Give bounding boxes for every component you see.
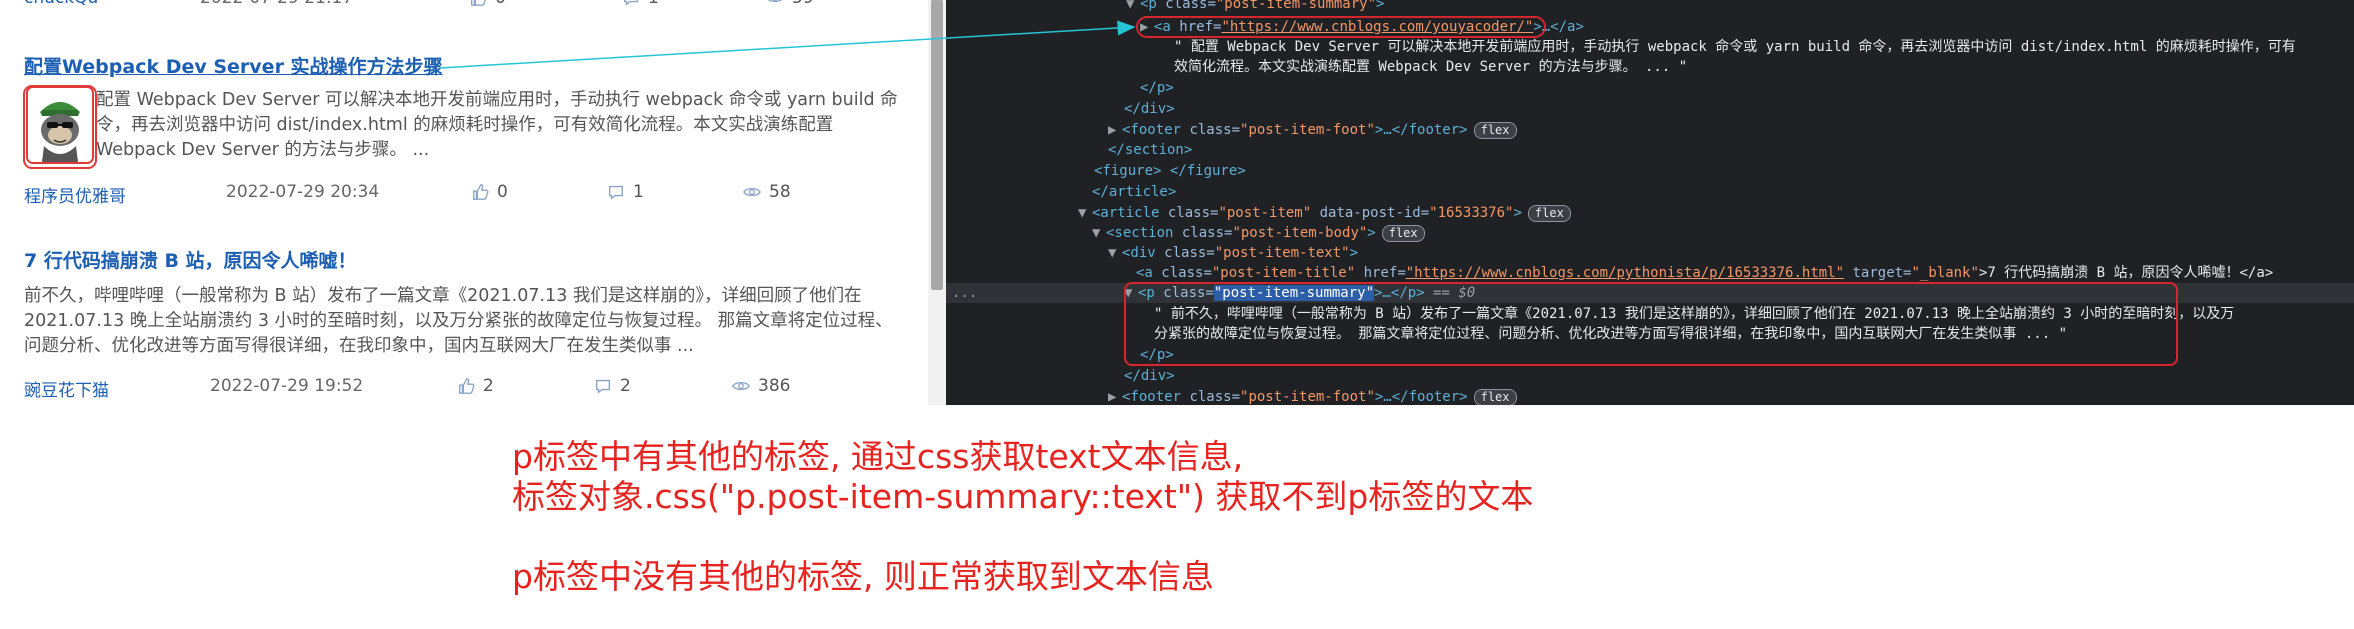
summary-line: 令，再去浏览器中访问 dist/index.html 的麻烦耗时操作，可有效简化…	[96, 115, 834, 135]
post-title-link[interactable]: 7 行代码搞崩溃 B 站，原因令人唏嘘！	[24, 246, 357, 273]
thumbs-up-icon	[473, 184, 489, 200]
thumbs-up-icon	[459, 378, 475, 394]
dom-line[interactable]: </article>	[1092, 182, 1176, 202]
blog-post-list: chuckQu 2022-07-29 21:17 0 1 59 配置Webpac…	[0, 0, 928, 405]
comment-count: 1	[648, 0, 659, 8]
flex-badge[interactable]: flex	[1527, 205, 1571, 222]
dom-text-node[interactable]: 效简化流程。本文实战演练配置 Webpack Dev Server 的方法与步骤…	[1174, 57, 1687, 77]
dom-line[interactable]: </section>	[1108, 140, 1192, 160]
post-footer: 程序员优雅哥 2022-07-29 20:34 0 1 58	[24, 182, 904, 207]
view-count: 386	[758, 376, 791, 396]
post-author-link[interactable]: chuckQu	[24, 0, 98, 8]
like-count: 2	[483, 376, 494, 396]
devtools-elements-panel: ▼ <p class="post-item-summary"> ▶ <a href=…	[946, 0, 2354, 405]
view-stat: 59	[766, 0, 814, 8]
comment-stat[interactable]: 1	[622, 0, 659, 8]
post-author-link[interactable]: 豌豆花下猫	[24, 376, 109, 401]
post-item: 配置Webpack Dev Server 实战操作方法步骤 配置 Webpack…	[24, 52, 904, 212]
comment-count: 1	[633, 182, 644, 202]
expanded-triangle-icon: ▼	[1092, 225, 1101, 241]
post-summary: 配置 Webpack Dev Server 可以解决本地开发前端应用时，手动执行…	[96, 88, 904, 163]
flex-badge[interactable]: flex	[1473, 122, 1517, 139]
expanded-triangle-icon: ▼	[1078, 205, 1087, 221]
post-title-link[interactable]: 配置Webpack Dev Server 实战操作方法步骤	[24, 52, 443, 79]
like-stat[interactable]: 0	[471, 182, 508, 202]
thumbs-up-icon	[471, 0, 486, 6]
scrollbar-thumb[interactable]	[931, 0, 943, 290]
dom-line[interactable]: ▶ <footer class="post-item-foot">…</foote…	[1108, 120, 1517, 140]
post-summary: 前不久，哔哩哔哩（一般常称为 B 站）发布了一篇文章《2021.07.13 我们…	[24, 284, 904, 359]
dom-line[interactable]: </div>	[1124, 366, 1175, 386]
comment-stat[interactable]: 2	[594, 376, 631, 396]
comment-stat[interactable]: 1	[607, 182, 644, 202]
view-stat: 386	[732, 376, 790, 396]
comment-icon	[609, 185, 623, 200]
view-stat: 58	[743, 182, 791, 202]
like-count: 0	[497, 182, 508, 202]
eye-icon	[767, 0, 783, 3]
eye-icon	[732, 381, 750, 391]
view-count: 59	[792, 0, 814, 8]
post-date: 2022-07-29 20:34	[226, 182, 380, 202]
annotation-box-summary-p	[1124, 282, 2178, 366]
comment-icon	[624, 0, 638, 6]
dom-text-node[interactable]: " 配置 Webpack Dev Server 可以解决本地开发前端应用时，手动…	[1174, 37, 2296, 57]
collapsed-triangle-icon: ▶	[1108, 389, 1117, 405]
dom-line[interactable]: ▼ <div class="post-item-text">	[1108, 243, 1358, 263]
page-scrollbar[interactable]	[928, 0, 946, 405]
dom-line[interactable]: ▼ <article class="post-item" data-post-id…	[1078, 203, 1571, 223]
dom-line[interactable]: ▼ <p class="post-item-summary">	[1126, 0, 1384, 14]
annotation-box-anchor-tag	[1136, 16, 1546, 38]
comment-count: 2	[620, 376, 631, 396]
like-count: 0	[495, 0, 506, 8]
flex-badge[interactable]: flex	[1473, 389, 1517, 405]
more-options-icon[interactable]: ...	[952, 283, 977, 303]
expanded-triangle-icon: ▼	[1108, 245, 1117, 261]
monkey-avatar-icon	[28, 88, 92, 162]
author-avatar[interactable]	[26, 86, 94, 164]
summary-line: 问题分析、优化改进等方面写得很详细，在我印象中，国内互联网大厂在发生类似事 ..…	[24, 336, 694, 356]
post-date: 2022-07-29 19:52	[210, 376, 364, 396]
post-author-link[interactable]: 程序员优雅哥	[24, 182, 126, 207]
post-item: 7 行代码搞崩溃 B 站，原因令人唏嘘！ 前不久，哔哩哔哩（一般常称为 B 站）…	[24, 246, 904, 405]
dom-line[interactable]: </div>	[1124, 99, 1175, 119]
like-stat[interactable]: 0	[469, 0, 506, 8]
dom-line[interactable]: ▼ <section class="post-item-body"> flex	[1092, 223, 1425, 243]
dom-line[interactable]: ▶ <footer class="post-item-foot">…</foote…	[1108, 387, 1517, 405]
note-line-3: p标签中没有其他的标签, 则正常获取到文本信息	[512, 557, 1214, 596]
eye-icon	[743, 187, 761, 197]
dom-line[interactable]: </p>	[1140, 78, 1174, 98]
collapsed-triangle-icon: ▶	[1108, 122, 1117, 138]
comment-icon	[596, 379, 610, 394]
like-stat[interactable]: 2	[457, 376, 494, 396]
expanded-triangle-icon: ▼	[1126, 0, 1135, 12]
post-footer: 豌豆花下猫 2022-07-29 19:52 2 2 386	[24, 376, 904, 401]
summary-line: 配置 Webpack Dev Server 可以解决本地开发前端应用时，手动执行…	[96, 90, 898, 110]
view-count: 58	[769, 182, 791, 202]
post-footer-partial: chuckQu 2022-07-29 21:17 0 1 59	[24, 0, 904, 12]
flex-badge[interactable]: flex	[1381, 225, 1425, 242]
note-line-2: 标签对象.css("p.post-item-summary::text") 获取…	[512, 477, 1534, 516]
dom-line[interactable]: <a class="post-item-title" href="https:/…	[1136, 263, 2273, 283]
summary-line: Webpack Dev Server 的方法与步骤。 ...	[96, 140, 430, 160]
summary-line: 2021.07.13 晚上全站崩溃约 3 小时的至暗时刻，以及万分紧张的故障定位…	[24, 311, 893, 331]
dom-line[interactable]: <figure> </figure>	[1094, 161, 1246, 181]
summary-line: 前不久，哔哩哔哩（一般常称为 B 站）发布了一篇文章《2021.07.13 我们…	[24, 286, 862, 306]
post-date: 2022-07-29 21:17	[200, 0, 353, 8]
